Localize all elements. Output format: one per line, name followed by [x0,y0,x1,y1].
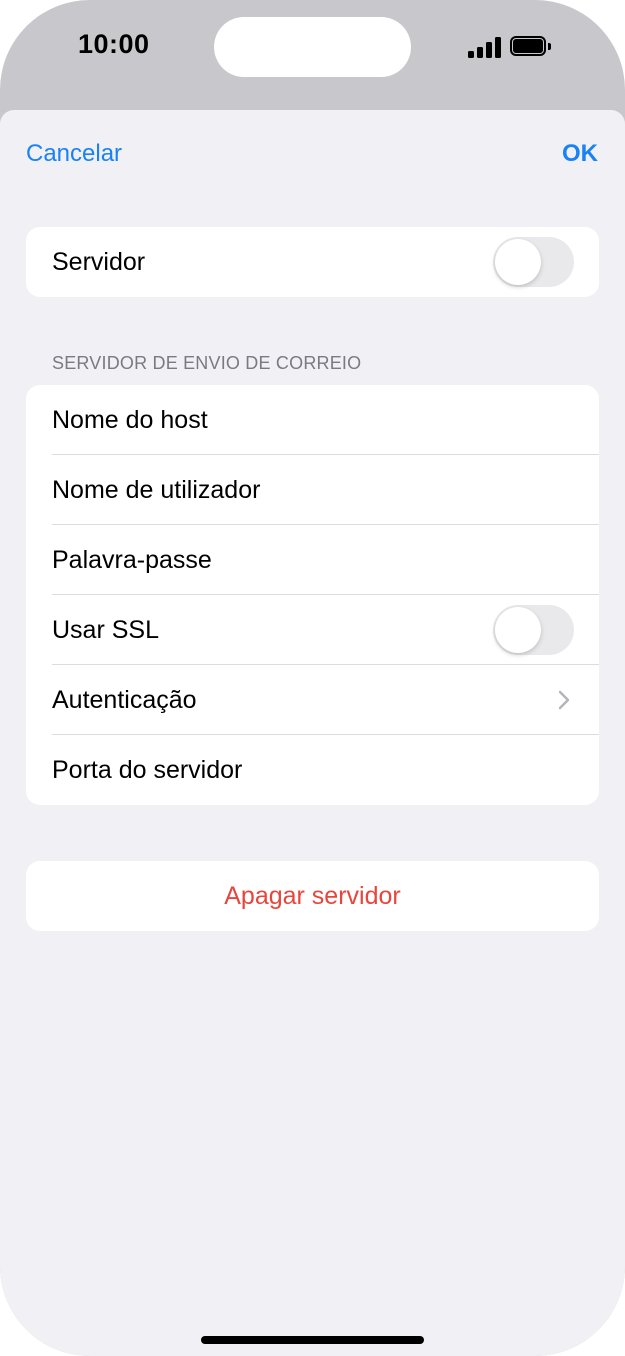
delete-server-button[interactable]: Apagar servidor [26,861,599,931]
toggle-knob [495,239,541,285]
username-label: Nome de utilizador [52,475,261,504]
use-ssl-toggle[interactable] [493,605,574,655]
ok-button[interactable]: OK [562,140,598,168]
username-row[interactable]: Nome de utilizador [26,455,599,525]
hostname-label: Nome do host [52,405,208,434]
use-ssl-label: Usar SSL [52,615,159,644]
battery-icon [510,36,554,58]
home-indicator [201,1336,424,1344]
status-bar: 10:00 [0,0,625,110]
server-label: Servidor [52,247,146,276]
authentication-row[interactable]: Autenticação [26,665,599,735]
authentication-label: Autenticação [52,685,197,714]
server-toggle[interactable] [493,237,574,287]
server-group: Servidor [26,227,599,297]
toggle-knob [495,607,541,653]
chevron-right-icon [558,690,570,710]
phone-frame: 10:00 Cancelar OK Servidor SERVIDOR DE E… [0,0,625,1356]
status-time: 10:00 [78,29,150,59]
server-row: Servidor [26,227,599,297]
outgoing-server-group: Nome do host Nome de utilizador Palavra-… [26,385,599,805]
dynamic-island [214,17,411,77]
outgoing-server-section-header: SERVIDOR DE ENVIO DE CORREIO [52,353,362,373]
hostname-row[interactable]: Nome do host [26,385,599,455]
password-row[interactable]: Palavra-passe [26,525,599,595]
delete-group: Apagar servidor [26,861,599,931]
password-label: Palavra-passe [52,545,212,574]
server-port-row[interactable]: Porta do servidor [26,735,599,805]
server-settings-sheet: Cancelar OK Servidor SERVIDOR DE ENVIO D… [0,110,625,1356]
cancel-button[interactable]: Cancelar [26,140,122,168]
cellular-signal-icon [468,36,502,58]
server-port-label: Porta do servidor [52,755,243,784]
use-ssl-row: Usar SSL [26,595,599,665]
